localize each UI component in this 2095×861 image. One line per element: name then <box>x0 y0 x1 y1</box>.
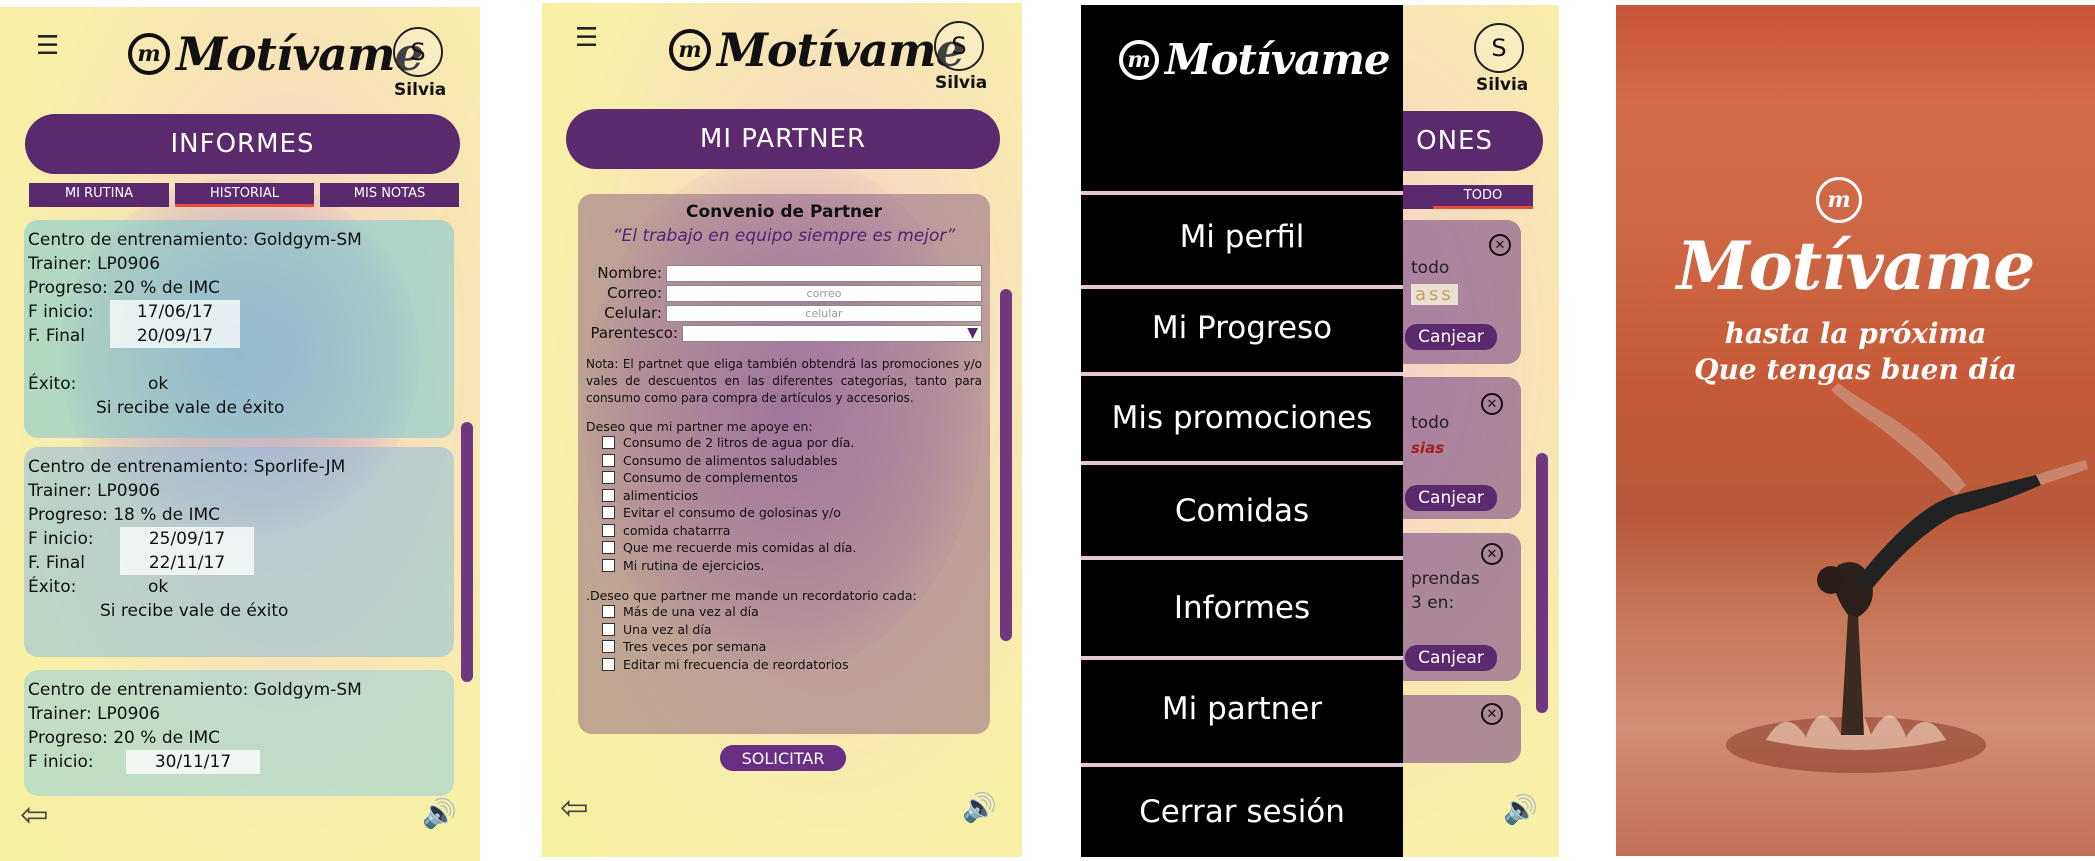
logo-m-icon: m <box>669 29 711 71</box>
speaker-icon[interactable]: 🔊 <box>962 791 997 824</box>
checkbox[interactable] <box>602 453 615 467</box>
hamburger-menu-icon[interactable]: ☰ <box>575 25 598 51</box>
app-logo: m Motívame <box>669 23 965 77</box>
scrollbar[interactable] <box>1536 453 1548 713</box>
user-avatar[interactable]: S <box>393 27 443 77</box>
farewell-line1: hasta la próxima <box>1724 317 1987 350</box>
checkbox[interactable] <box>602 488 615 502</box>
tab-todo[interactable]: TODO <box>1433 185 1533 209</box>
redeem-button[interactable]: Canjear <box>1405 324 1497 350</box>
menu-item-cerrar-sesion[interactable]: Cerrar sesión <box>1081 763 1403 857</box>
close-icon[interactable]: ✕ <box>1481 703 1503 725</box>
informes-screen: ☰ m Motívame S Silvia INFORMES MI RUTINA… <box>0 7 480 861</box>
yoga-figure-image <box>1726 383 2088 773</box>
relationship-select[interactable] <box>682 324 982 342</box>
checkbox[interactable] <box>602 622 615 636</box>
app-logo: m Motívame <box>1119 35 1391 84</box>
checkbox[interactable] <box>602 605 615 619</box>
tab-mis-notas[interactable]: MIS NOTAS <box>320 183 459 207</box>
user-name: Silvia <box>394 80 447 100</box>
partner-note: Nota: El partnet que eliga también obten… <box>586 357 982 405</box>
menu-item-mis-promociones[interactable]: Mis promociones <box>1081 372 1403 460</box>
close-icon[interactable]: ✕ <box>1481 543 1503 565</box>
redeem-button[interactable]: Canjear <box>1405 645 1497 671</box>
back-arrow-icon[interactable]: ⇦ <box>20 795 49 835</box>
logo-m-icon: m <box>128 33 170 75</box>
tab-historial[interactable]: HISTORIAL <box>175 183 314 207</box>
chevron-down-icon[interactable]: ▼ <box>967 325 978 341</box>
form-title: Convenio de Partner <box>685 202 882 222</box>
goodbye-screen: m Motívame hasta la próxima Que tengas b… <box>1616 5 2095 856</box>
history-card[interactable]: Centro de entrenamiento: Goldgym-SM Trai… <box>24 220 454 438</box>
side-menu: m Motívame Mi perfil Mi Progreso Mis pro… <box>1081 5 1403 857</box>
logo-m-icon: m <box>1816 177 1862 223</box>
user-avatar[interactable]: S <box>1474 23 1524 73</box>
checkbox[interactable] <box>602 436 615 450</box>
checkbox[interactable] <box>602 506 615 520</box>
scrollbar[interactable] <box>461 422 473 682</box>
user-name: Silvia <box>1476 75 1529 95</box>
tab-mi-rutina[interactable]: MI RUTINA <box>29 183 169 207</box>
app-logo: m Motívame <box>128 27 424 81</box>
redeem-button[interactable]: Canjear <box>1405 485 1497 511</box>
checkbox[interactable] <box>602 541 615 555</box>
checkbox[interactable] <box>602 471 615 485</box>
checkbox[interactable] <box>602 523 615 537</box>
email-field[interactable]: correo <box>666 284 982 302</box>
checkbox[interactable] <box>602 640 615 654</box>
menu-screen: S Silvia ONES S TODO ✕ todo ass Canjear … <box>1081 5 1559 857</box>
menu-item-mi-partner[interactable]: Mi partner <box>1081 656 1403 758</box>
checkbox[interactable] <box>602 558 615 572</box>
close-icon[interactable]: ✕ <box>1481 393 1503 415</box>
partner-screen: ☰ m Motívame S Silvia MI PARTNER Conveni… <box>542 3 1022 857</box>
page-title: MI PARTNER <box>566 109 1000 169</box>
name-field[interactable] <box>666 264 982 282</box>
partner-form: Convenio de Partner “El trabajo en equip… <box>578 194 990 734</box>
speaker-icon[interactable]: 🔊 <box>1503 793 1538 826</box>
user-name: Silvia <box>935 73 988 93</box>
menu-item-comidas[interactable]: Comidas <box>1081 461 1403 557</box>
back-arrow-icon[interactable]: ⇦ <box>560 788 589 828</box>
hamburger-menu-icon[interactable]: ☰ <box>36 33 59 59</box>
phone-field[interactable]: celular <box>666 304 982 322</box>
form-quote: “El trabajo en equipo siempre es mejor” <box>612 226 956 246</box>
speaker-icon[interactable]: 🔊 <box>422 797 457 830</box>
page-title: INFORMES <box>25 114 460 174</box>
logo-m-icon: m <box>1119 39 1159 80</box>
app-logo: Motívame <box>1676 227 2036 305</box>
user-avatar[interactable]: S <box>934 21 984 71</box>
checkbox[interactable] <box>602 657 615 671</box>
menu-item-mi-progreso[interactable]: Mi Progreso <box>1081 285 1403 367</box>
scrollbar[interactable] <box>1000 289 1012 641</box>
history-card[interactable]: Centro de entrenamiento: Goldgym-SM Trai… <box>24 670 454 796</box>
history-card[interactable]: Centro de entrenamiento: Sporlife-JM Tra… <box>24 447 454 657</box>
submit-button[interactable]: SOLICITAR <box>720 745 846 771</box>
close-icon[interactable]: ✕ <box>1489 234 1511 256</box>
menu-item-mi-perfil[interactable]: Mi perfil <box>1081 191 1403 279</box>
menu-item-informes[interactable]: Informes <box>1081 556 1403 656</box>
